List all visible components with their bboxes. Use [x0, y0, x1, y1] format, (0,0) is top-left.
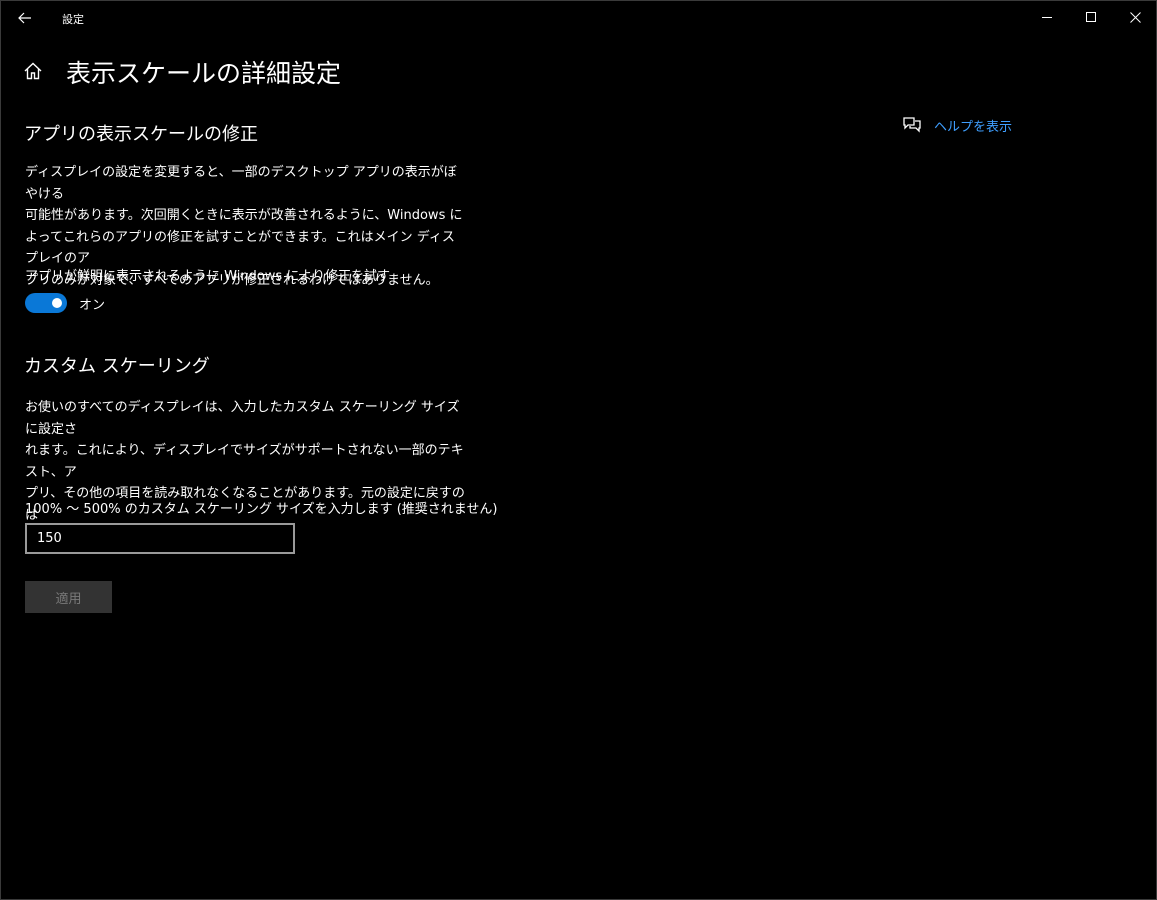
back-button[interactable] — [9, 5, 41, 31]
fix-apps-toggle[interactable] — [25, 293, 67, 313]
toggle-knob — [52, 298, 62, 308]
page-title: 表示スケールの詳細設定 — [66, 59, 342, 88]
help-link-label[interactable]: ヘルプを表示 — [934, 116, 1012, 135]
title-bar: 設定 — [1, 1, 1156, 34]
close-icon — [1129, 12, 1141, 23]
home-icon — [24, 62, 42, 80]
description-line: よってこれらのアプリの修正を試すことができます。これはメイン ディスプレイのア — [25, 229, 455, 267]
settings-window: 設定 表示スケールの詳細設定 ヘルプを表示 アプリの表示スケールの修正 ディスプ… — [0, 0, 1157, 900]
minimize-button[interactable] — [1024, 1, 1070, 34]
back-arrow-icon — [18, 12, 31, 24]
description-line: ディスプレイの設定を変更すると、一部のデスクトップ アプリの表示がぼやける — [25, 165, 457, 202]
description-line: れます。これにより、ディスプレイでサイズがサポートされない一部のテキスト、ア — [25, 443, 464, 480]
maximize-button[interactable] — [1068, 1, 1114, 34]
toggle-state-label: オン — [79, 298, 106, 313]
close-button[interactable] — [1112, 1, 1157, 34]
description-line: 可能性があります。次回開くときに表示が改善されるように、Windows に — [25, 208, 463, 223]
chat-help-icon — [903, 117, 921, 133]
fix-apps-toggle-label: アプリが鮮明に表示されるように Windows により修正を試す — [25, 269, 391, 284]
help-link[interactable]: ヘルプを表示 — [902, 115, 1012, 135]
minimize-icon — [1041, 17, 1052, 18]
maximize-icon — [1085, 12, 1096, 22]
custom-scaling-input-label: 100% ～ 500% のカスタム スケーリング サイズを入力します (推奨され… — [25, 502, 498, 517]
fix-scaling-title: アプリの表示スケールの修正 — [24, 124, 258, 145]
home-button[interactable] — [23, 61, 47, 85]
apply-button[interactable]: 適用 — [25, 581, 112, 613]
description-line: お使いのすべてのディスプレイは、入力したカスタム スケーリング サイズに設定さ — [25, 400, 460, 437]
custom-scaling-title: カスタム スケーリング — [24, 356, 210, 377]
custom-scaling-input[interactable] — [25, 523, 295, 554]
app-title: 設定 — [62, 13, 84, 26]
